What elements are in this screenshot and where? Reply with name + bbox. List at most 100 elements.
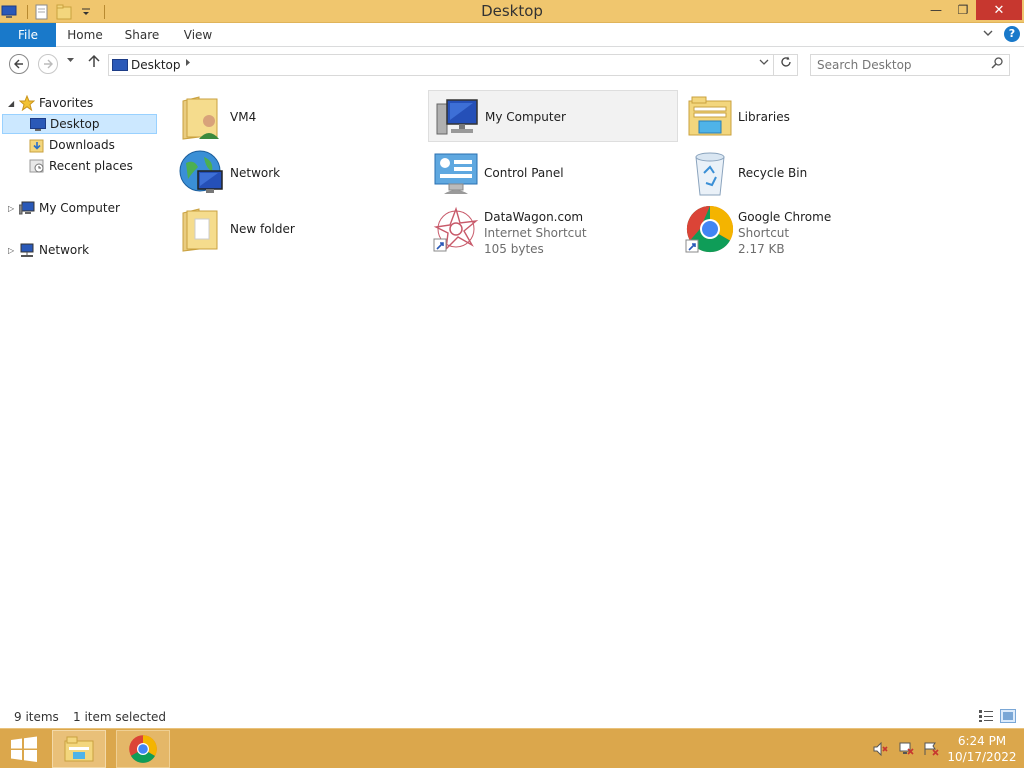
volume-muted-icon[interactable] (873, 741, 889, 757)
file-item-control-panel[interactable]: Control Panel (428, 147, 678, 199)
file-type: Internet Shortcut (484, 226, 587, 240)
file-item-vm4[interactable]: VM4 (174, 91, 424, 143)
file-item-new-folder[interactable]: New folder (174, 203, 424, 255)
search-input[interactable] (817, 57, 987, 73)
refresh-button[interactable] (774, 54, 798, 76)
tab-view[interactable]: View (176, 23, 220, 47)
action-center-flag-icon[interactable] (923, 741, 939, 757)
sidebar-item-recent-places[interactable]: Recent places (28, 156, 158, 176)
minimize-button[interactable]: — (922, 0, 950, 20)
clock-date: 10/17/2022 (947, 750, 1017, 764)
file-explorer-icon (64, 736, 94, 762)
navigation-pane: ◢ Favorites Desktop Downloads Recent pla… (0, 88, 162, 706)
file-name: New folder (230, 222, 295, 236)
recent-locations-button[interactable] (66, 56, 75, 66)
taskbar: 6:24 PM 10/17/2022 (0, 728, 1024, 768)
ribbon-tabs: File Home Share View ? (0, 23, 1024, 47)
network-status-icon[interactable] (898, 741, 914, 757)
taskbar-google-chrome[interactable] (116, 730, 170, 768)
tab-file[interactable]: File (0, 23, 56, 47)
window-title: Desktop (481, 2, 543, 20)
nav-favorites[interactable]: ◢ Favorites (8, 93, 158, 113)
nav-my-computer[interactable]: ▷ My Computer (8, 198, 158, 218)
address-location[interactable]: Desktop (131, 58, 181, 72)
maximize-button[interactable]: ❐ (950, 0, 976, 20)
file-item-google-chrome[interactable]: Google Chrome Shortcut 2.17 KB (682, 203, 932, 256)
file-name: Recycle Bin (738, 166, 808, 180)
desktop-icon (29, 116, 47, 132)
start-button[interactable] (8, 735, 40, 763)
windows-logo-icon (11, 736, 37, 762)
help-button[interactable]: ? (1004, 26, 1020, 42)
file-item-network[interactable]: Network (174, 147, 424, 199)
expand-triangle-icon[interactable]: ▷ (8, 204, 18, 213)
file-size: 2.17 KB (738, 242, 785, 256)
file-item-recycle-bin[interactable]: Recycle Bin (682, 147, 932, 199)
datawagon-shortcut-icon (428, 203, 484, 255)
search-icon[interactable] (991, 57, 1003, 73)
file-name: Control Panel (484, 166, 564, 180)
file-name: Libraries (738, 110, 790, 124)
back-arrow-icon (14, 59, 23, 69)
sidebar-item-label: Recent places (49, 159, 133, 173)
sidebar-item-label: My Computer (39, 201, 120, 215)
clock-time: 6:24 PM (957, 734, 1007, 748)
breadcrumb-chevron-icon[interactable] (185, 58, 191, 70)
sidebar-item-downloads[interactable]: Downloads (28, 135, 158, 155)
user-folder-icon (174, 91, 230, 143)
file-name: Google Chrome (738, 210, 832, 224)
address-bar[interactable]: Desktop (108, 54, 774, 76)
computer-icon (429, 91, 485, 143)
file-item-datawagon[interactable]: DataWagon.com Internet Shortcut 105 byte… (428, 203, 678, 256)
up-button[interactable] (88, 54, 100, 72)
forward-button[interactable] (38, 54, 58, 74)
close-button[interactable]: ✕ (976, 0, 1022, 20)
refresh-icon (780, 56, 791, 67)
title-bar: Desktop — ❐ ✕ (0, 0, 1024, 23)
file-list: VM4 My Computer Libraries Network Contro… (170, 88, 1020, 706)
file-name: My Computer (485, 110, 566, 124)
status-bar: 9 items 1 item selected (0, 706, 1024, 728)
sidebar-item-label: Network (39, 243, 90, 257)
nav-network[interactable]: ▷ Network (8, 240, 158, 260)
chrome-icon (129, 735, 157, 763)
collapse-triangle-icon[interactable]: ◢ (8, 99, 18, 108)
control-panel-icon (428, 147, 484, 199)
favorites-label: Favorites (39, 96, 94, 110)
sidebar-item-desktop[interactable]: Desktop (2, 114, 157, 134)
expand-ribbon-icon[interactable] (983, 27, 993, 40)
file-name: DataWagon.com (484, 210, 584, 224)
file-item-libraries[interactable]: Libraries (682, 91, 932, 143)
file-type: Shortcut (738, 226, 790, 240)
recent-places-icon (28, 158, 46, 174)
libraries-icon (682, 91, 738, 143)
expand-triangle-icon[interactable]: ▷ (8, 246, 18, 255)
computer-icon (18, 200, 36, 216)
folder-icon (174, 203, 230, 255)
tab-share[interactable]: Share (118, 23, 166, 47)
selection-count: 1 item selected (73, 710, 167, 724)
star-icon (18, 95, 36, 111)
sidebar-item-label: Downloads (49, 138, 115, 152)
details-view-button[interactable] (978, 709, 994, 723)
tab-home[interactable]: Home (58, 23, 112, 47)
item-count: 9 items (14, 710, 59, 724)
file-size: 105 bytes (484, 242, 544, 256)
address-dropdown-icon[interactable] (759, 58, 769, 69)
sidebar-item-label: Desktop (50, 117, 100, 131)
file-item-my-computer[interactable]: My Computer (428, 90, 678, 142)
network-icon (18, 242, 36, 258)
taskbar-clock[interactable]: 6:24 PM 10/17/2022 (946, 733, 1018, 765)
desktop-location-icon (112, 59, 128, 71)
up-arrow-icon (88, 54, 100, 67)
back-button[interactable] (9, 54, 29, 74)
network-globe-icon (174, 147, 230, 199)
large-icons-view-button[interactable] (1000, 709, 1016, 723)
chrome-shortcut-icon (682, 203, 738, 255)
file-name: VM4 (230, 110, 257, 124)
search-box[interactable] (810, 54, 1010, 76)
forward-arrow-icon (44, 59, 53, 69)
taskbar-file-explorer[interactable] (52, 730, 106, 768)
file-name: Network (230, 166, 281, 180)
recycle-bin-icon (682, 147, 738, 199)
